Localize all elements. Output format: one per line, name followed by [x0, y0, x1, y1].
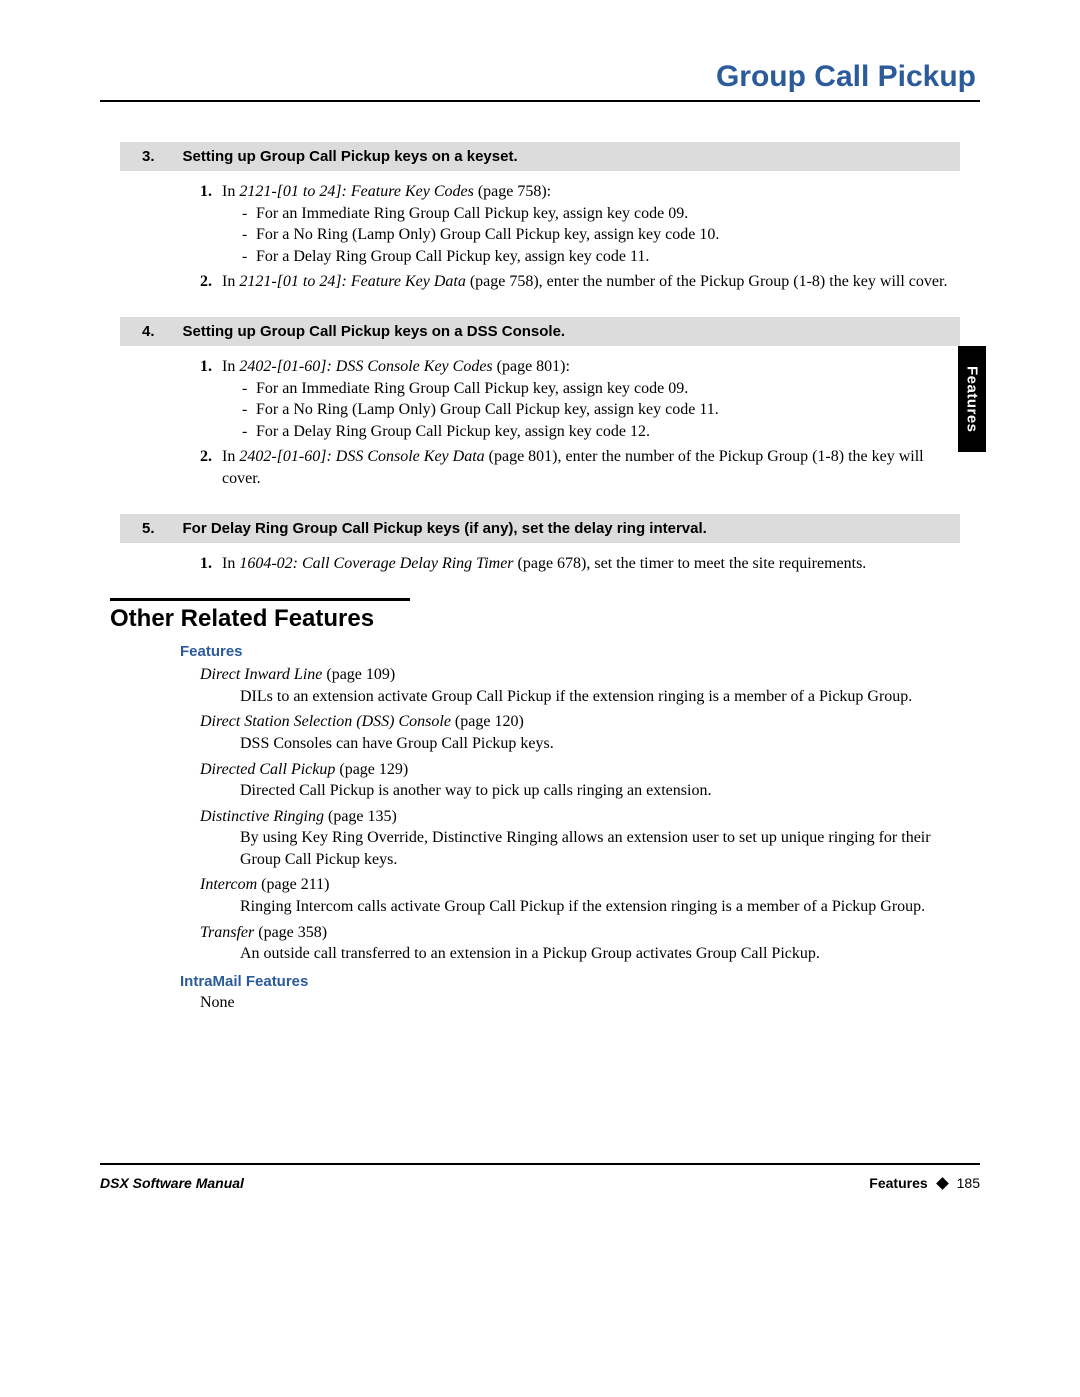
sub-item: For a No Ring (Lamp Only) Group Call Pic… — [242, 224, 960, 246]
footer-page-number: 185 — [957, 1175, 980, 1191]
section-divider — [110, 598, 410, 601]
footer-rule — [100, 1163, 980, 1165]
page-title: Group Call Pickup — [100, 60, 980, 100]
sub-item: For a Delay Ring Group Call Pickup key, … — [242, 421, 960, 443]
step-body-3: In 2121-[01 to 24]: Feature Key Codes (p… — [200, 181, 960, 293]
footer-manual-name: DSX Software Manual — [100, 1175, 244, 1191]
step-title: Setting up Group Call Pickup keys on a D… — [183, 323, 952, 340]
step-title: For Delay Ring Group Call Pickup keys (i… — [183, 520, 952, 537]
step-body-5: In 1604-02: Call Coverage Delay Ring Tim… — [200, 553, 960, 575]
footer: DSX Software Manual Features 185 — [100, 1175, 980, 1191]
step-title: Setting up Group Call Pickup keys on a k… — [183, 148, 952, 165]
step-body-4: In 2402-[01-60]: DSS Console Key Codes (… — [200, 356, 960, 490]
step-header-3: 3. Setting up Group Call Pickup keys on … — [120, 142, 960, 171]
feature-item: Direct Inward Line (page 109) DILs to an… — [200, 664, 950, 707]
footer-right: Features 185 — [869, 1175, 980, 1191]
feature-item: Distinctive Ringing (page 135) By using … — [200, 806, 950, 871]
step-item: In 2402-[01-60]: DSS Console Key Codes (… — [200, 356, 960, 442]
sub-item: For a Delay Ring Group Call Pickup key, … — [242, 246, 960, 268]
step-item: In 2402-[01-60]: DSS Console Key Data (p… — [200, 446, 960, 489]
feature-item: Direct Station Selection (DSS) Console (… — [200, 711, 950, 754]
sub-item: For an Immediate Ring Group Call Pickup … — [242, 203, 960, 225]
sub-item: For a No Ring (Lamp Only) Group Call Pic… — [242, 399, 960, 421]
step-item: In 2121-[01 to 24]: Feature Key Data (pa… — [200, 271, 960, 293]
intramail-heading: IntraMail Features — [180, 973, 980, 990]
step-number: 5. — [128, 520, 155, 537]
feature-item: Transfer (page 358) An outside call tran… — [200, 922, 950, 965]
features-list: Direct Inward Line (page 109) DILs to an… — [200, 664, 950, 965]
sub-item: For an Immediate Ring Group Call Pickup … — [242, 378, 960, 400]
feature-item: Intercom (page 211) Ringing Intercom cal… — [200, 874, 950, 917]
section-title-related: Other Related Features — [110, 605, 980, 633]
footer-section: Features — [869, 1175, 927, 1191]
step-item: In 2121-[01 to 24]: Feature Key Codes (p… — [200, 181, 960, 267]
step-item: In 1604-02: Call Coverage Delay Ring Tim… — [200, 553, 960, 575]
step-number: 4. — [128, 323, 155, 340]
header-rule — [100, 100, 980, 102]
step-number: 3. — [128, 148, 155, 165]
intramail-none: None — [200, 994, 980, 1012]
feature-item: Directed Call Pickup (page 129) Directed… — [200, 759, 950, 802]
step-header-5: 5. For Delay Ring Group Call Pickup keys… — [120, 514, 960, 543]
step-header-4: 4. Setting up Group Call Pickup keys on … — [120, 317, 960, 346]
diamond-icon — [936, 1177, 949, 1190]
side-tab-features: Features — [958, 346, 986, 452]
features-heading: Features — [180, 643, 980, 660]
